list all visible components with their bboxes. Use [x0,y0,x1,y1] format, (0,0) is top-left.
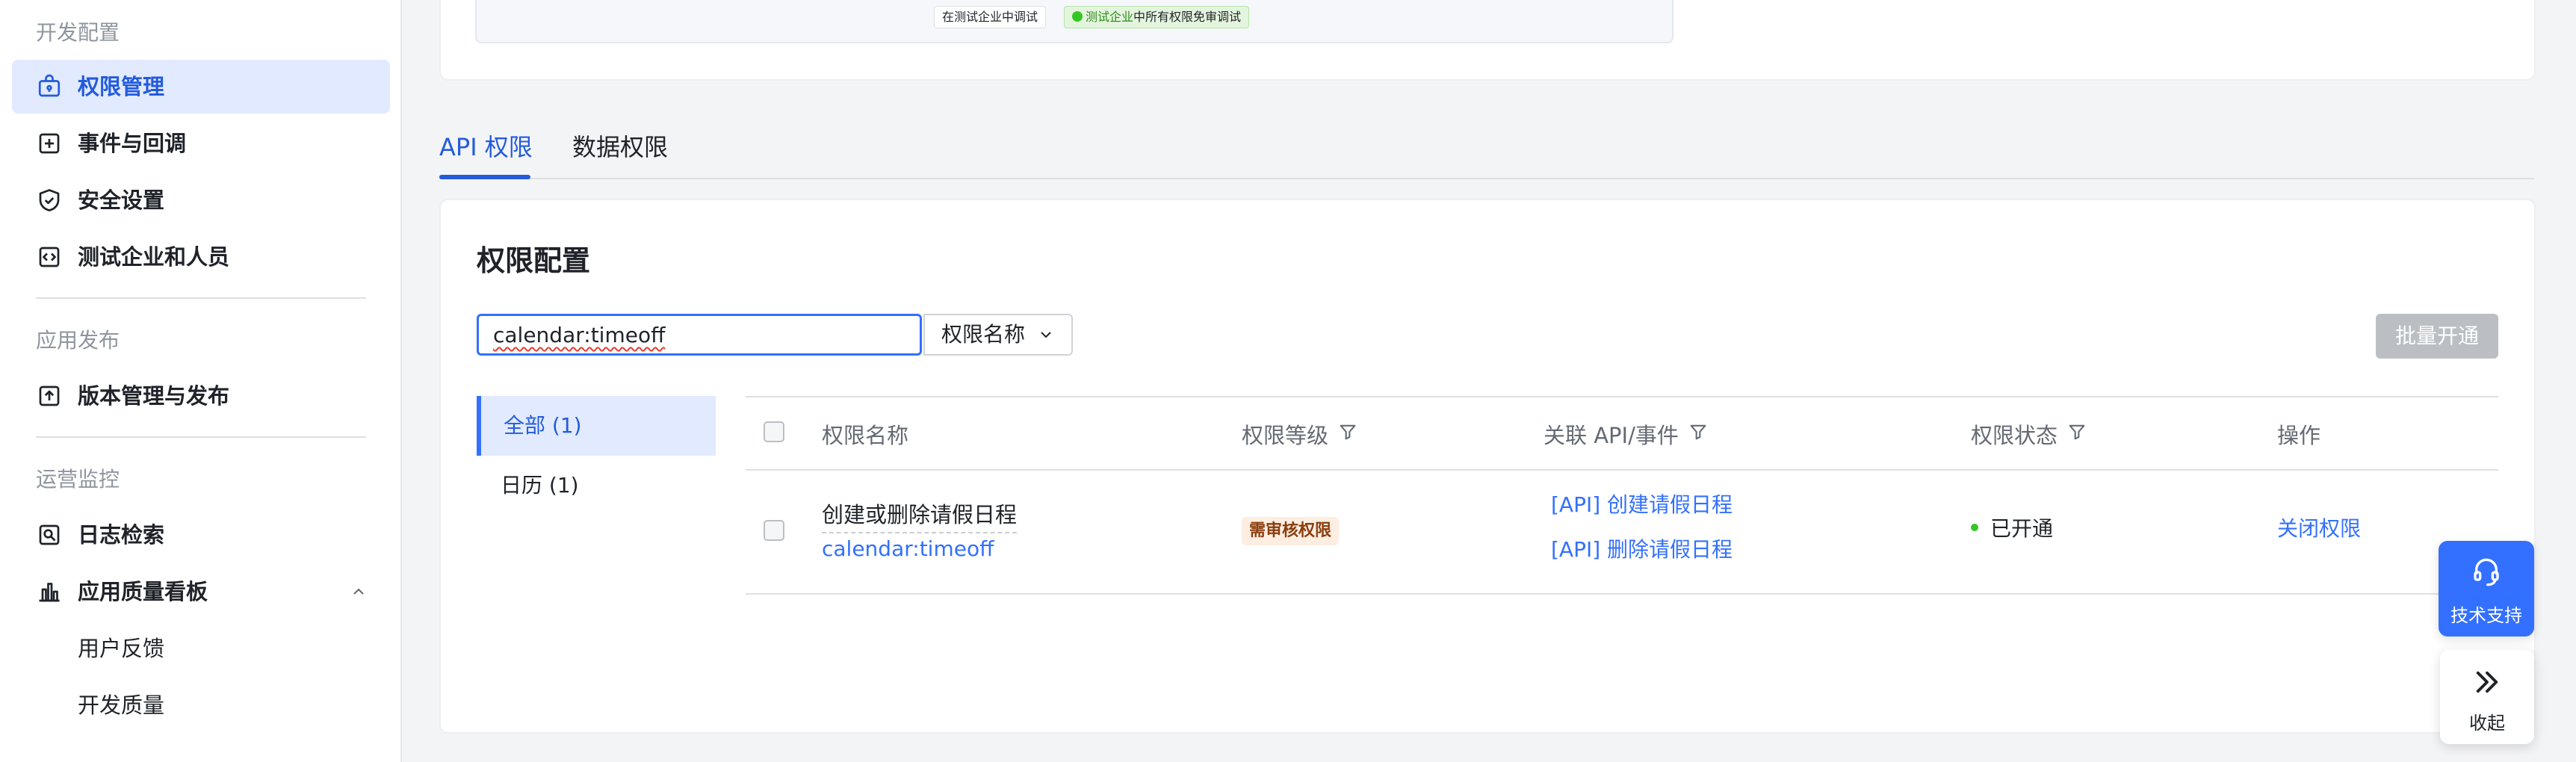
tab-divider [439,178,2534,179]
search-input[interactable] [477,314,922,356]
sidebar-divider [36,436,366,438]
sidebar-item-label: 开发质量 [78,693,165,718]
collapse-label: 收起 [2469,713,2505,734]
sidebar-item-versions[interactable]: 版本管理与发布 [12,369,390,423]
close-permission-link[interactable]: 关闭权限 [2277,512,2361,542]
status-label: 已开通 [1990,516,2054,541]
sidebar-item-events[interactable]: 事件与回调 [12,117,390,170]
sidebar-item-label: 用户反馈 [78,636,165,661]
th-label: 权限等级 [1242,423,1329,448]
select-all-checkbox[interactable] [764,421,784,442]
section-title-release: 应用发布 [36,328,120,353]
th-permission-status: 权限状态 [1971,418,2087,450]
category-all[interactable]: 全部 (1) [477,396,716,456]
flow-chip-test-tenant-debug: 在测试企业中调试 [934,6,1047,28]
flow-chip-highlight: 测试企业 [1086,10,1134,24]
permission-level-badge: 需审核权限 [1242,517,1340,545]
tab-data-permissions[interactable]: 数据权限 [572,128,668,163]
table-header: 权限名称 权限等级 关联 API/事件 权限状态 操作 [746,396,2498,471]
sidebar: 开发配置 权限管理 事件与回调 安全设置 测试企业和人员 应用发布 版本管理与发… [0,0,402,762]
sidebar-subitem-dev-quality[interactable]: 开发质量 [12,678,390,732]
th-label: 关联 API/事件 [1544,423,1679,448]
category-calendar[interactable]: 日历 (1) [477,456,716,515]
filter-icon[interactable] [1337,421,1358,447]
sidebar-item-permissions[interactable]: 权限管理 [12,60,390,114]
check-circle-icon [1072,11,1083,22]
sidebar-item-label: 应用质量看板 [78,579,208,604]
sidebar-item-label: 事件与回调 [78,131,187,156]
sidebar-divider [36,297,366,299]
tab-api-permissions[interactable]: API 权限 [439,128,533,163]
sidebar-item-security[interactable]: 安全设置 [12,173,390,227]
api-link-create-timeoff[interactable]: [API] 创建请假日程 [1551,489,1733,518]
tech-support-button[interactable]: 技术支持 [2439,541,2534,636]
permission-lock-icon [36,73,63,100]
flow-chip-no-review-debug: 测试企业中所有权限免审调试 [1064,6,1250,28]
status-dot-icon [1971,524,1978,531]
bar-chart-icon [36,578,63,605]
flow-chip-text: 中所有权限免审调试 [1133,10,1242,24]
chevron-up-icon[interactable] [350,583,368,601]
log-search-icon [36,521,63,548]
search-field-select[interactable]: 权限名称 [923,314,1073,356]
shield-icon [36,187,63,214]
filter-icon[interactable] [2066,421,2087,447]
th-label: 操作 [2277,423,2321,448]
sidebar-item-label: 测试企业和人员 [78,244,230,270]
debug-flow-diagram: 在测试企业中调试 测试企业中所有权限免审调试 [475,0,1674,43]
th-permission-name: 权限名称 [822,418,908,450]
collapse-button[interactable]: 收起 [2440,650,2534,744]
upload-icon [36,382,63,409]
sidebar-subitem-user-feedback[interactable]: 用户反馈 [12,622,390,675]
sidebar-item-quality-board[interactable]: 应用质量看板 [12,565,390,619]
permission-status: 已开通 [1971,512,2053,542]
card-title: 权限配置 [477,244,591,277]
row-checkbox[interactable] [764,520,784,541]
table-row: 创建或删除请假日程 calendar:timeoff 需审核权限 [API] 创… [746,468,2498,595]
sidebar-item-log-search[interactable]: 日志检索 [12,508,390,562]
permission-code-link[interactable]: calendar:timeoff [822,536,994,561]
chevron-down-icon [1037,326,1055,344]
search-field-select-label: 权限名称 [941,322,1026,347]
sidebar-item-label: 版本管理与发布 [78,383,230,409]
tab-active-indicator [439,175,530,179]
th-action: 操作 [2277,418,2320,450]
sidebar-item-label: 日志检索 [78,522,165,548]
headset-icon [2471,556,2501,592]
th-permission-level: 权限等级 [1242,418,1358,450]
th-label: 权限名称 [822,423,909,448]
filter-icon[interactable] [1688,421,1709,447]
th-related-api: 关联 API/事件 [1544,418,1709,450]
permission-name: 创建或删除请假日程 [822,498,1018,533]
sidebar-item-label: 权限管理 [78,74,165,99]
sidebar-item-label: 安全设置 [78,188,165,213]
section-title-monitoring: 运营监控 [36,467,120,492]
tech-support-label: 技术支持 [2450,605,2522,626]
section-title-dev-config: 开发配置 [36,20,120,45]
code-box-icon [36,244,63,270]
batch-enable-button[interactable]: 批量开通 [2376,314,2498,359]
sidebar-item-test-tenant[interactable]: 测试企业和人员 [12,230,390,284]
event-plus-icon [36,130,63,157]
api-link-delete-timeoff[interactable]: [API] 删除请假日程 [1551,533,1733,563]
double-chevron-right-icon [2471,666,2503,701]
th-label: 权限状态 [1971,423,2058,448]
